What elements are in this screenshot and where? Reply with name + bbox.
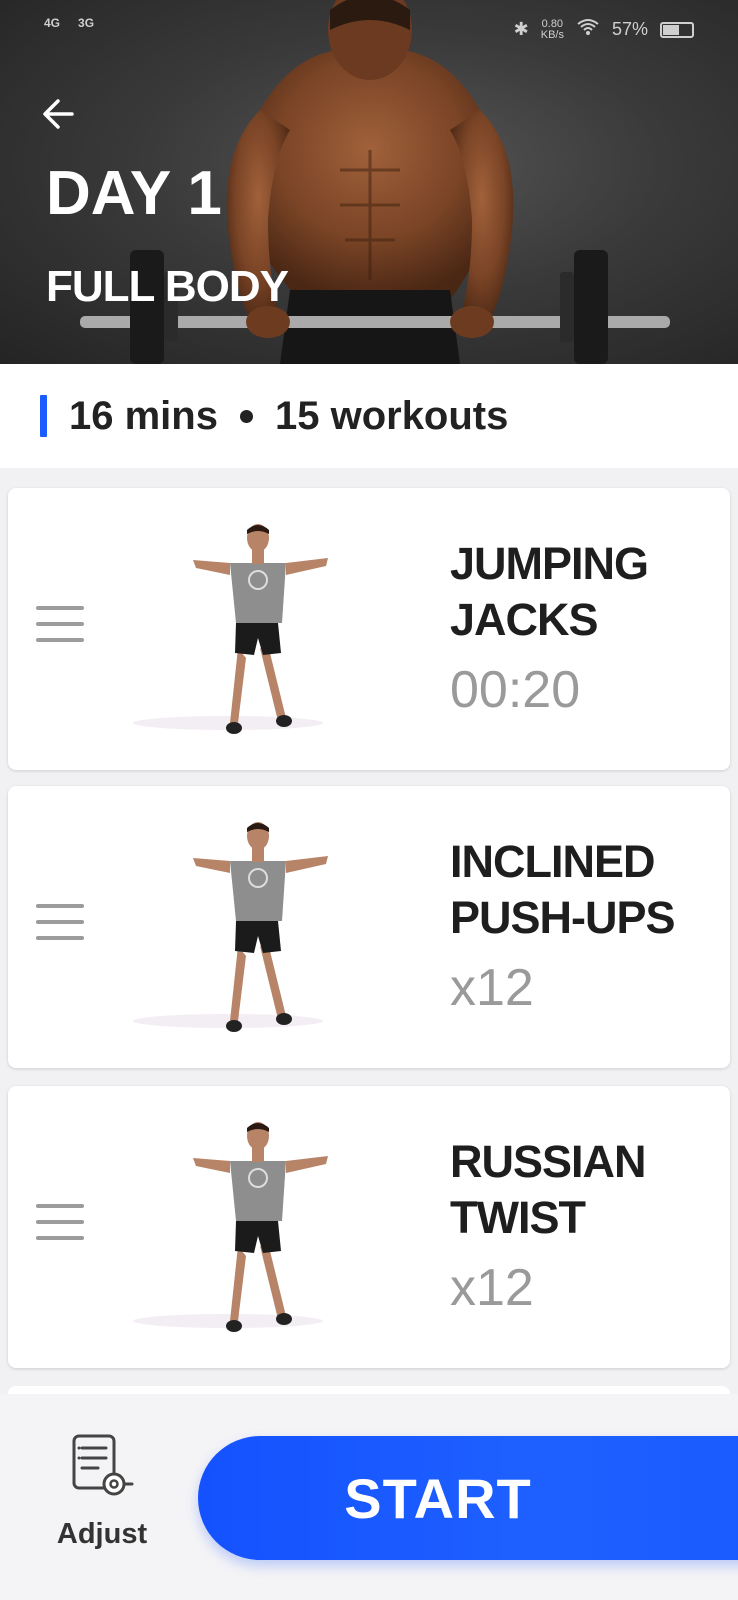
hero-header: 4G 3G ✱ 0.80 KB/s 57% DAY 1 FULL BODY — [0, 0, 738, 364]
battery-icon — [660, 21, 694, 38]
bottom-bar: Adjust START — [0, 1394, 738, 1600]
exercise-figure — [133, 1122, 328, 1332]
separator-dot — [239, 409, 253, 423]
network-2: 3G — [78, 16, 95, 30]
battery-percent: 57% — [611, 19, 648, 39]
drag-handle-icon[interactable] — [36, 606, 84, 642]
summary-row: 16 mins 15 workouts — [0, 364, 738, 468]
adjust-label: Adjust — [56, 1518, 148, 1550]
adjust-button[interactable]: Adjust — [52, 1424, 152, 1564]
exercise-figure — [133, 524, 328, 734]
exercise-amount: x12 — [450, 959, 534, 1017]
speed: 0.80 KB/s — [540, 18, 564, 41]
battery-fill — [663, 24, 679, 35]
status-right: ✱ 0.80 KB/s 57% — [514, 18, 694, 41]
exercise-name: RUSSIAN TWIST — [450, 1136, 647, 1243]
exercise-name: JUMPING JACKS — [450, 538, 649, 645]
network-indicators: 4G 3G — [44, 16, 94, 30]
drag-handle-icon[interactable] — [36, 904, 84, 940]
speed-unit: KB/s — [540, 28, 564, 41]
accent-bar — [40, 395, 47, 437]
adjust-icon — [72, 1434, 134, 1496]
network-1: 4G — [44, 16, 61, 30]
start-button[interactable]: START — [198, 1436, 738, 1560]
exercise-amount: x12 — [450, 1259, 534, 1317]
workout-count: 15 workouts — [274, 393, 509, 438]
exercise-card[interactable]: RUSSIAN TWIST x12 — [8, 1086, 730, 1368]
back-button[interactable] — [36, 92, 80, 136]
exercise-amount: 00:20 — [450, 661, 581, 719]
exercise-card[interactable]: JUMPING JACKS 00:20 — [8, 488, 730, 770]
page-title: DAY 1 — [46, 159, 222, 228]
back-arrow-icon — [43, 99, 74, 129]
exercise-card[interactable]: INCLINED PUSH-UPS x12 — [8, 786, 730, 1068]
wifi-icon — [576, 18, 600, 41]
bluetooth-icon: ✱ — [513, 19, 529, 39]
drag-handle-icon[interactable] — [36, 1204, 84, 1240]
status-bar: 4G 3G ✱ 0.80 KB/s 57% — [0, 0, 738, 60]
exercise-figure — [133, 822, 328, 1032]
exercise-name: INCLINED PUSH-UPS — [450, 836, 676, 943]
duration: 16 mins — [69, 393, 218, 438]
summary-text: 16 mins 15 workouts — [69, 394, 508, 439]
page-subtitle: FULL BODY — [46, 262, 289, 311]
